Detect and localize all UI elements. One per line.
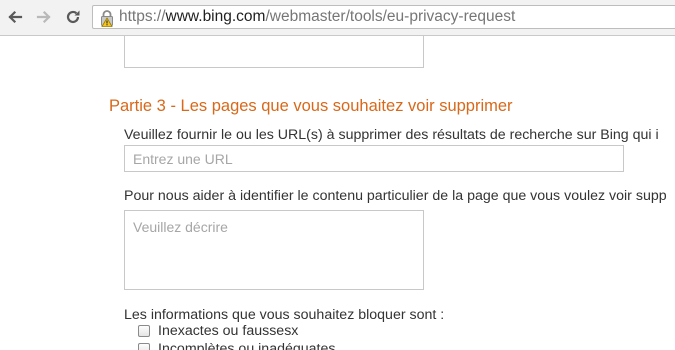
reload-button[interactable] — [61, 5, 85, 29]
url-path: /webmaster/tools/eu-privacy-request — [265, 8, 516, 25]
url-scheme: https:// — [119, 8, 166, 25]
browser-toolbar: https://www.bing.com/webmaster/tools/eu-… — [0, 0, 675, 36]
forward-arrow-icon — [36, 10, 51, 24]
address-url: https://www.bing.com/webmaster/tools/eu-… — [119, 7, 515, 27]
content-field-label: Pour nous aider à identifier le contenu … — [124, 188, 667, 204]
url-host: www.bing.com — [165, 8, 266, 25]
previous-textarea[interactable] — [124, 36, 424, 68]
back-button[interactable] — [3, 5, 27, 29]
checkbox-inaccurate[interactable] — [138, 325, 150, 337]
url-input[interactable] — [124, 145, 624, 172]
forward-button[interactable] — [32, 5, 56, 29]
url-field-label: Veuillez fournir le ou les URL(s) à supp… — [124, 127, 659, 143]
lock-warning-icon — [101, 10, 113, 27]
section-title: Partie 3 - Les pages que vous souhaitez … — [109, 97, 513, 115]
option-row-inaccurate[interactable]: Inexactes ou faussesx — [138, 322, 298, 340]
back-arrow-icon — [8, 10, 23, 24]
option-row-incomplete[interactable]: Incomplètes ou inadéquates — [138, 340, 335, 350]
option-label-incomplete: Incomplètes ou inadéquates — [158, 341, 336, 350]
address-bar[interactable]: https://www.bing.com/webmaster/tools/eu-… — [92, 5, 675, 29]
description-textarea[interactable] — [124, 210, 424, 290]
reload-icon — [66, 10, 80, 24]
page-content: Partie 3 - Les pages que vous souhaitez … — [0, 36, 675, 350]
option-label-inaccurate: Inexactes ou faussesx — [158, 323, 299, 339]
checkbox-incomplete[interactable] — [138, 343, 150, 350]
